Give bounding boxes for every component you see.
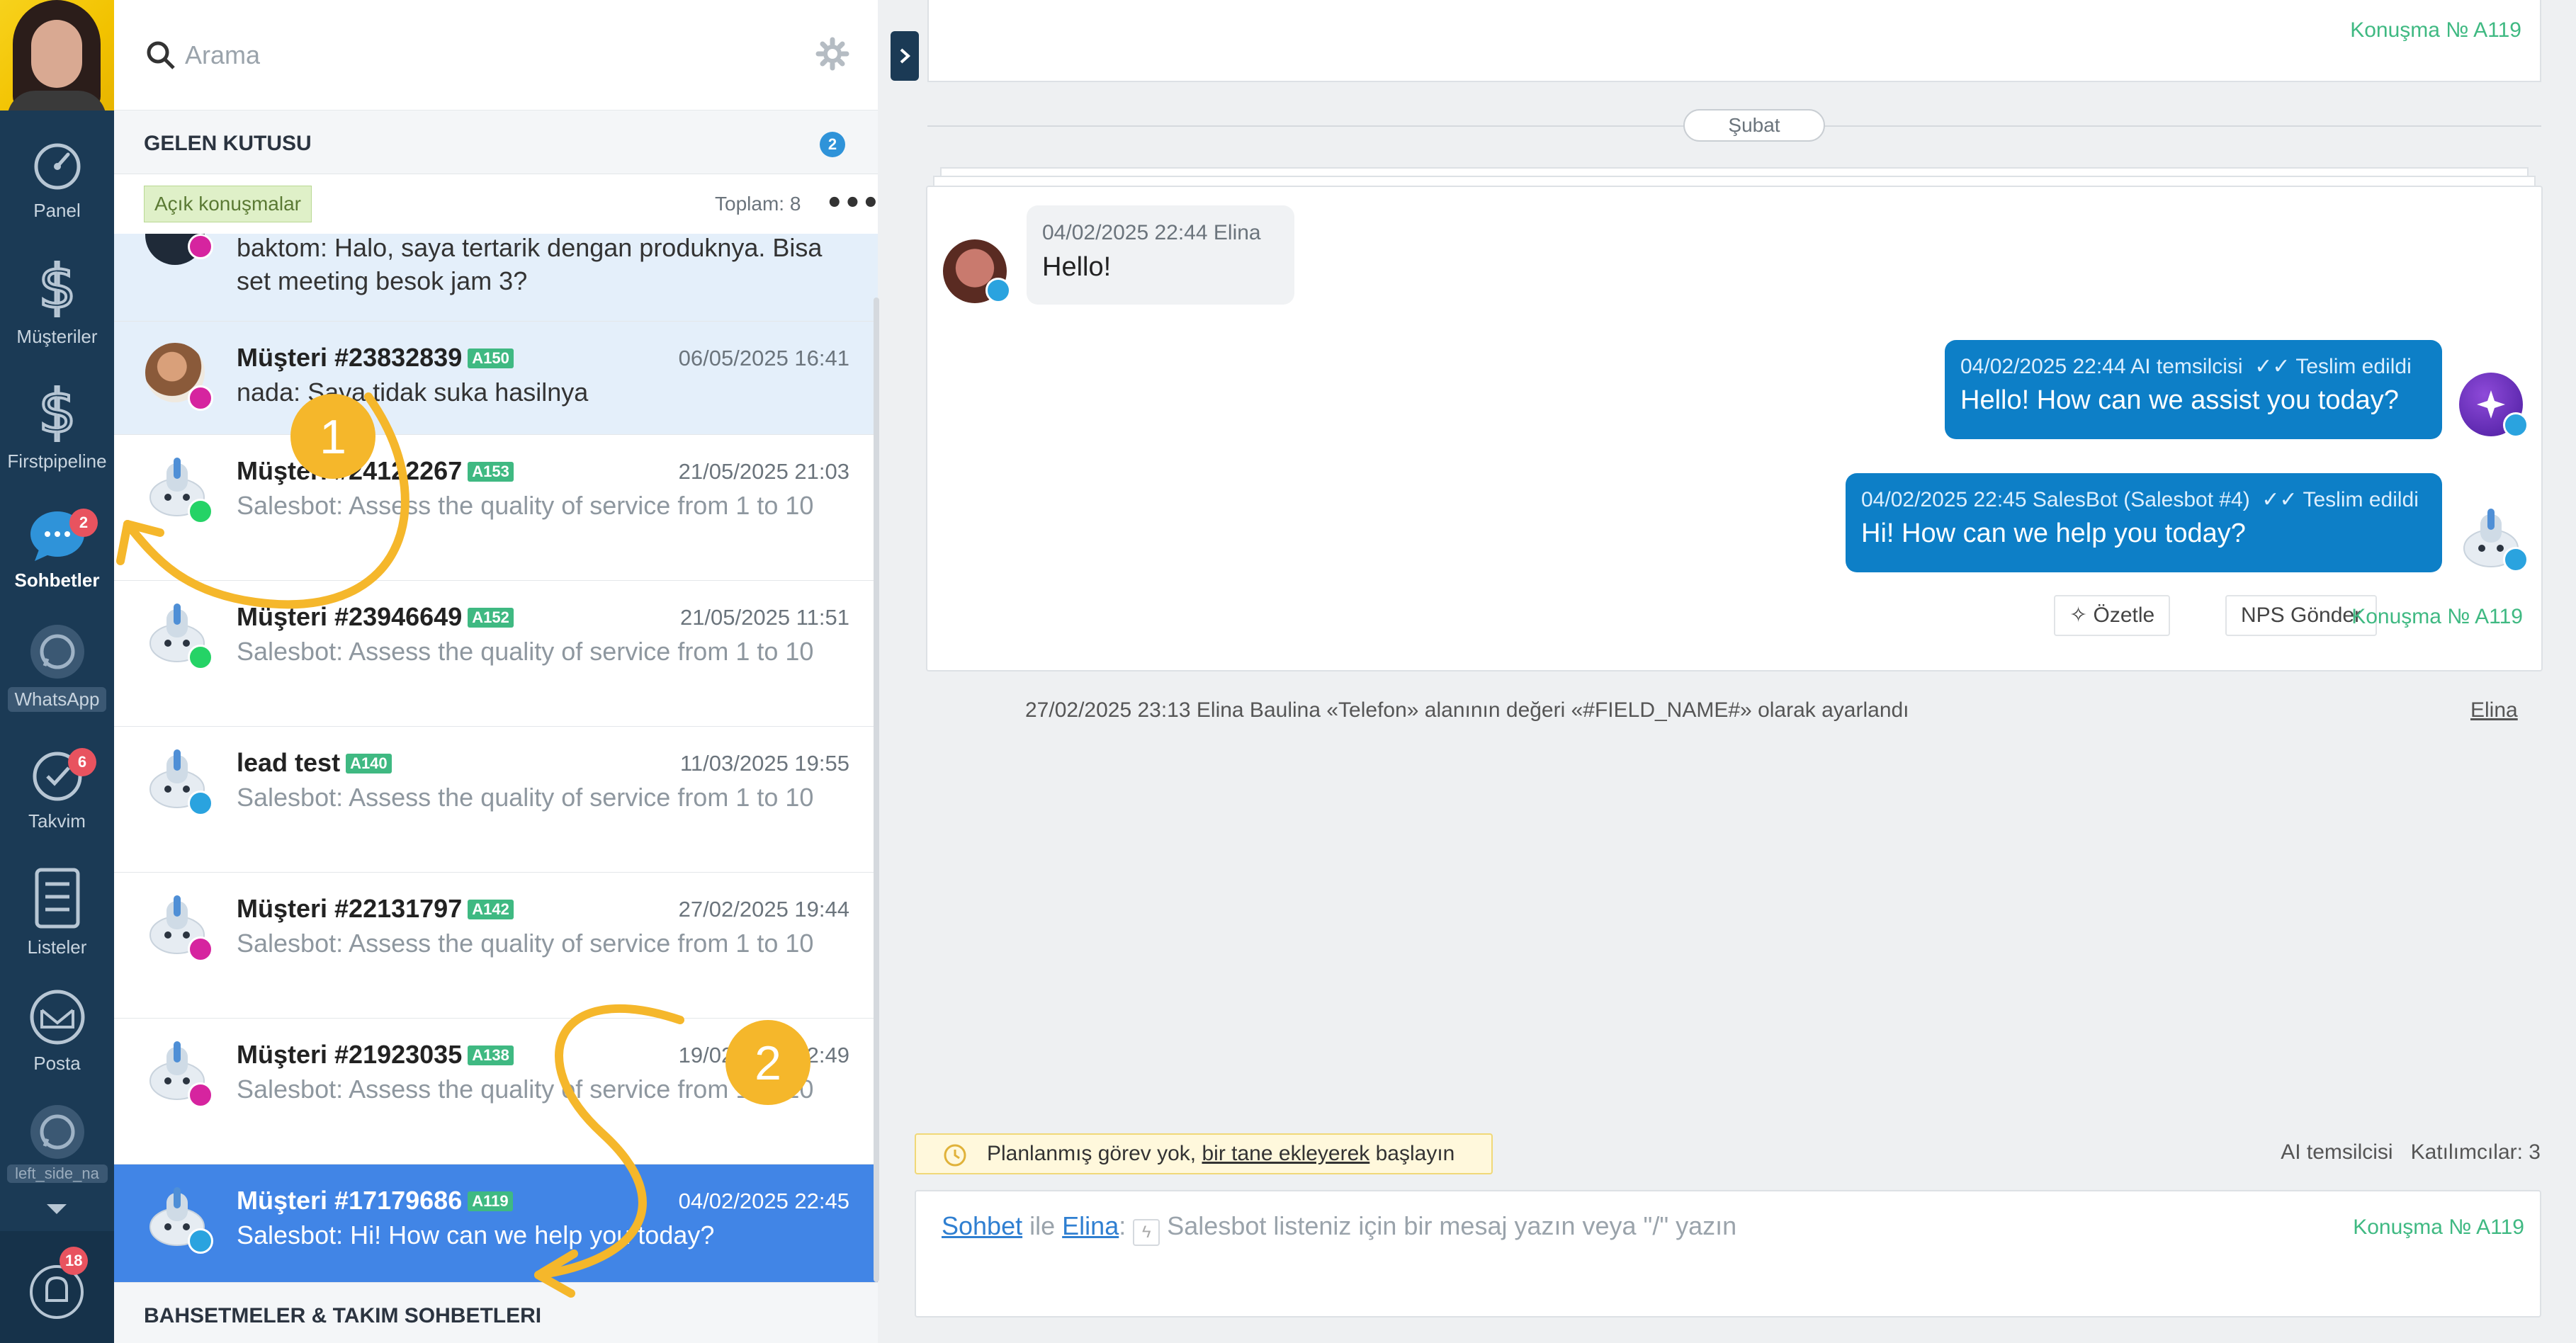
annotation-label-1: 1: [320, 410, 346, 464]
app-window: Panel $ Müşteriler $ Firstpipeline 2 Soh…: [0, 0, 2576, 1343]
annotation-label-2: 2: [755, 1036, 781, 1090]
annotation-arrow-2: [534, 1004, 684, 1279]
annotation-overlay: [116, 392, 810, 1298]
